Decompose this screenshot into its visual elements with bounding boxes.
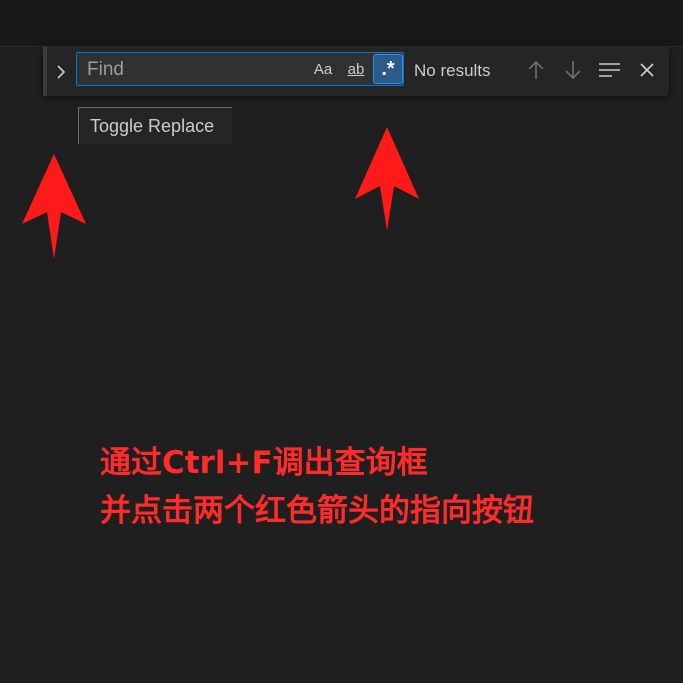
find-widget: Aa ab .* No results [43,47,669,96]
match-case-button[interactable]: Aa [310,56,336,82]
red-arrow-annotation-left [22,154,86,259]
selection-lines-icon [599,63,620,77]
arrow-down-icon [565,61,581,80]
editor-tab-bar [0,0,683,47]
find-widget-sash[interactable] [43,47,47,96]
next-match-button[interactable] [560,57,586,83]
results-count: No results [414,61,491,80]
close-find-button[interactable] [634,57,660,83]
use-regex-button[interactable]: .* [373,54,403,84]
find-input[interactable] [85,57,309,83]
previous-match-button[interactable] [523,57,549,83]
annotation-line-1: 通过Ctrl+F调出查询框 [100,445,428,481]
find-in-selection-button[interactable] [597,57,623,83]
toggle-replace-button[interactable] [48,47,74,96]
red-arrow-annotation-right [355,127,419,231]
chevron-right-icon [57,64,66,79]
match-whole-word-button[interactable]: ab [342,56,370,82]
toggle-replace-tooltip: Toggle Replace [78,107,232,144]
arrow-up-icon [528,60,544,79]
find-input-box: Aa ab .* [76,52,404,86]
close-icon [640,63,654,77]
annotation-line-2: 并点击两个红色箭头的指向按钮 [100,493,534,529]
